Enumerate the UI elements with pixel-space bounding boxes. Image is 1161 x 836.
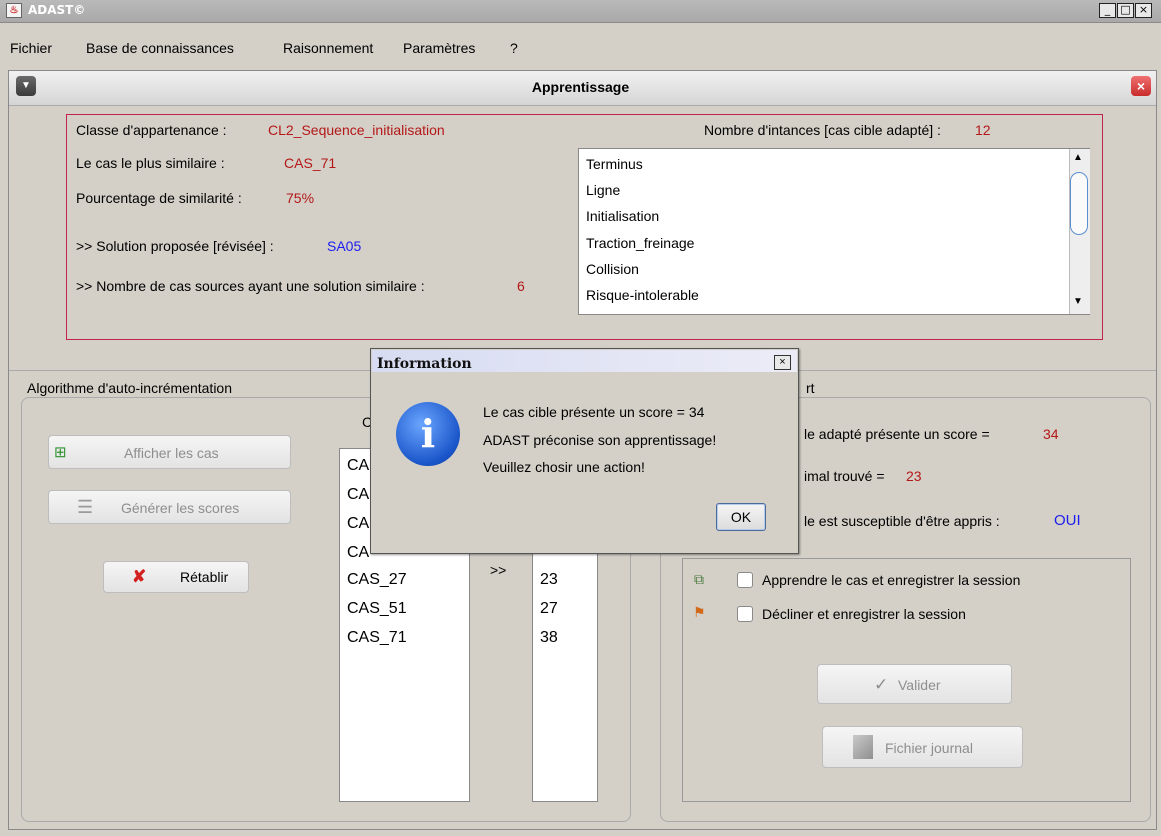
list-item[interactable]: Terminus <box>586 156 643 172</box>
menu-parametres[interactable]: Paramètres <box>403 40 475 56</box>
list-item[interactable]: Ligne <box>586 182 620 198</box>
journal-file-icon <box>853 735 873 759</box>
scroll-down-icon[interactable]: ▼ <box>1073 296 1083 307</box>
broom-icon: ✘ <box>132 567 147 586</box>
list-item[interactable]: CA <box>347 457 369 475</box>
plus-similaire-label: Le cas le plus similaire : <box>76 155 225 171</box>
solution-label: >> Solution proposée [révisée] : <box>76 238 274 254</box>
window-title: ADAST© <box>28 3 86 17</box>
list-item[interactable]: CA <box>347 486 369 504</box>
nb-instances-label: Nombre d'intances [cas cible adapté] : <box>704 122 941 138</box>
learn-checkbox[interactable] <box>737 572 753 588</box>
dialog-message-line1: Le cas cible présente un score = 34 <box>483 404 705 420</box>
pourcentage-label: Pourcentage de similarité : <box>76 190 242 206</box>
dialog-message-line2: ADAST préconise son apprentissage! <box>483 432 717 448</box>
list-item[interactable]: CAS_27 <box>347 571 407 589</box>
maximize-button[interactable]: □ <box>1117 3 1134 18</box>
retablir-button[interactable]: ✘ Rétablir <box>103 561 249 593</box>
fichier-journal-button[interactable]: Fichier journal <box>822 726 1023 768</box>
generer-scores-button[interactable]: ☰ Générer les scores <box>48 490 291 524</box>
list-item[interactable]: CAS_71 <box>347 629 407 647</box>
menu-base-connaissances[interactable]: Base de connaissances <box>86 40 234 56</box>
ok-button[interactable]: OK <box>716 503 766 531</box>
right-panel-title: rt <box>806 380 815 396</box>
transfer-arrow: >> <box>490 562 507 578</box>
list-item[interactable]: Traction_freinage <box>586 235 694 251</box>
information-icon: i <box>396 402 460 466</box>
scroll-thumb[interactable] <box>1070 172 1088 235</box>
window-title-bar[interactable] <box>0 0 1161 23</box>
valider-button[interactable]: ✓ Valider <box>817 664 1012 704</box>
susceptible-label: le est susceptible d'être appris : <box>804 513 1000 529</box>
nb-instances-value: 12 <box>975 122 991 138</box>
nb-sources-label: >> Nombre de cas sources ayant une solut… <box>76 278 425 294</box>
dialog-message-line3: Veuillez chosir une action! <box>483 459 645 475</box>
java-app-icon: ♨ <box>6 3 22 18</box>
list-item[interactable]: 23 <box>540 571 558 589</box>
frame-close-icon[interactable]: × <box>1131 76 1151 96</box>
plus-similaire-value: CAS_71 <box>284 155 337 171</box>
list-item[interactable]: Collision <box>586 261 639 277</box>
list-item[interactable]: 27 <box>540 600 558 618</box>
afficher-cas-label: Afficher les cas <box>124 445 219 461</box>
classe-label: Classe d'appartenance : <box>76 122 227 138</box>
menu-help[interactable]: ? <box>510 40 518 56</box>
decline-icon: ⚑ <box>693 604 706 620</box>
valider-label: Valider <box>898 677 941 693</box>
list-item[interactable]: CA <box>347 515 369 533</box>
score-label: le adapté présente un score = <box>804 426 990 442</box>
nb-sources-value: 6 <box>517 278 525 294</box>
learn-option-label[interactable]: Apprendre le cas et enregistrer la sessi… <box>762 572 1020 588</box>
dialog-title: Information <box>377 356 472 372</box>
minimal-label: imal trouvé = <box>804 468 885 484</box>
solution-value: SA05 <box>327 238 362 254</box>
list-item[interactable]: CAS_51 <box>347 600 407 618</box>
classe-value: CL2_Sequence_initialisation <box>268 122 445 138</box>
dialog-close-button[interactable]: × <box>774 355 791 370</box>
learn-icon: ⧉ <box>694 571 704 587</box>
susceptible-value: OUI <box>1054 512 1081 529</box>
decline-option-label[interactable]: Décliner et enregistrer la session <box>762 606 966 622</box>
pourcentage-value: 75% <box>286 190 315 206</box>
menu-fichier[interactable]: Fichier <box>10 40 52 56</box>
add-case-icon: ⊞ <box>54 444 67 461</box>
minimal-value: 23 <box>906 468 922 484</box>
retablir-label: Rétablir <box>180 569 229 585</box>
list-item[interactable]: 38 <box>540 629 558 647</box>
list-item[interactable]: Initialisation <box>586 208 659 224</box>
left-panel-title: Algorithme d'auto-incrémentation <box>27 380 233 396</box>
close-window-button[interactable]: × <box>1135 3 1152 18</box>
menu-raisonnement[interactable]: Raisonnement <box>283 40 373 56</box>
generer-scores-label: Générer les scores <box>121 500 240 516</box>
score-value: 34 <box>1043 426 1059 442</box>
checkmark-icon: ✓ <box>874 675 889 694</box>
list-icon: ☰ <box>77 497 94 517</box>
frame-title: Apprentissage <box>531 79 630 95</box>
list-item[interactable]: CA <box>347 544 369 562</box>
afficher-cas-button[interactable]: ⊞ Afficher les cas <box>48 435 291 469</box>
minimize-button[interactable]: _ <box>1099 3 1116 18</box>
list-item[interactable]: Risque-intolerable <box>586 287 699 303</box>
scroll-up-icon[interactable]: ▲ <box>1073 152 1083 163</box>
decline-checkbox[interactable] <box>737 606 753 622</box>
fichier-journal-label: Fichier journal <box>885 740 973 756</box>
